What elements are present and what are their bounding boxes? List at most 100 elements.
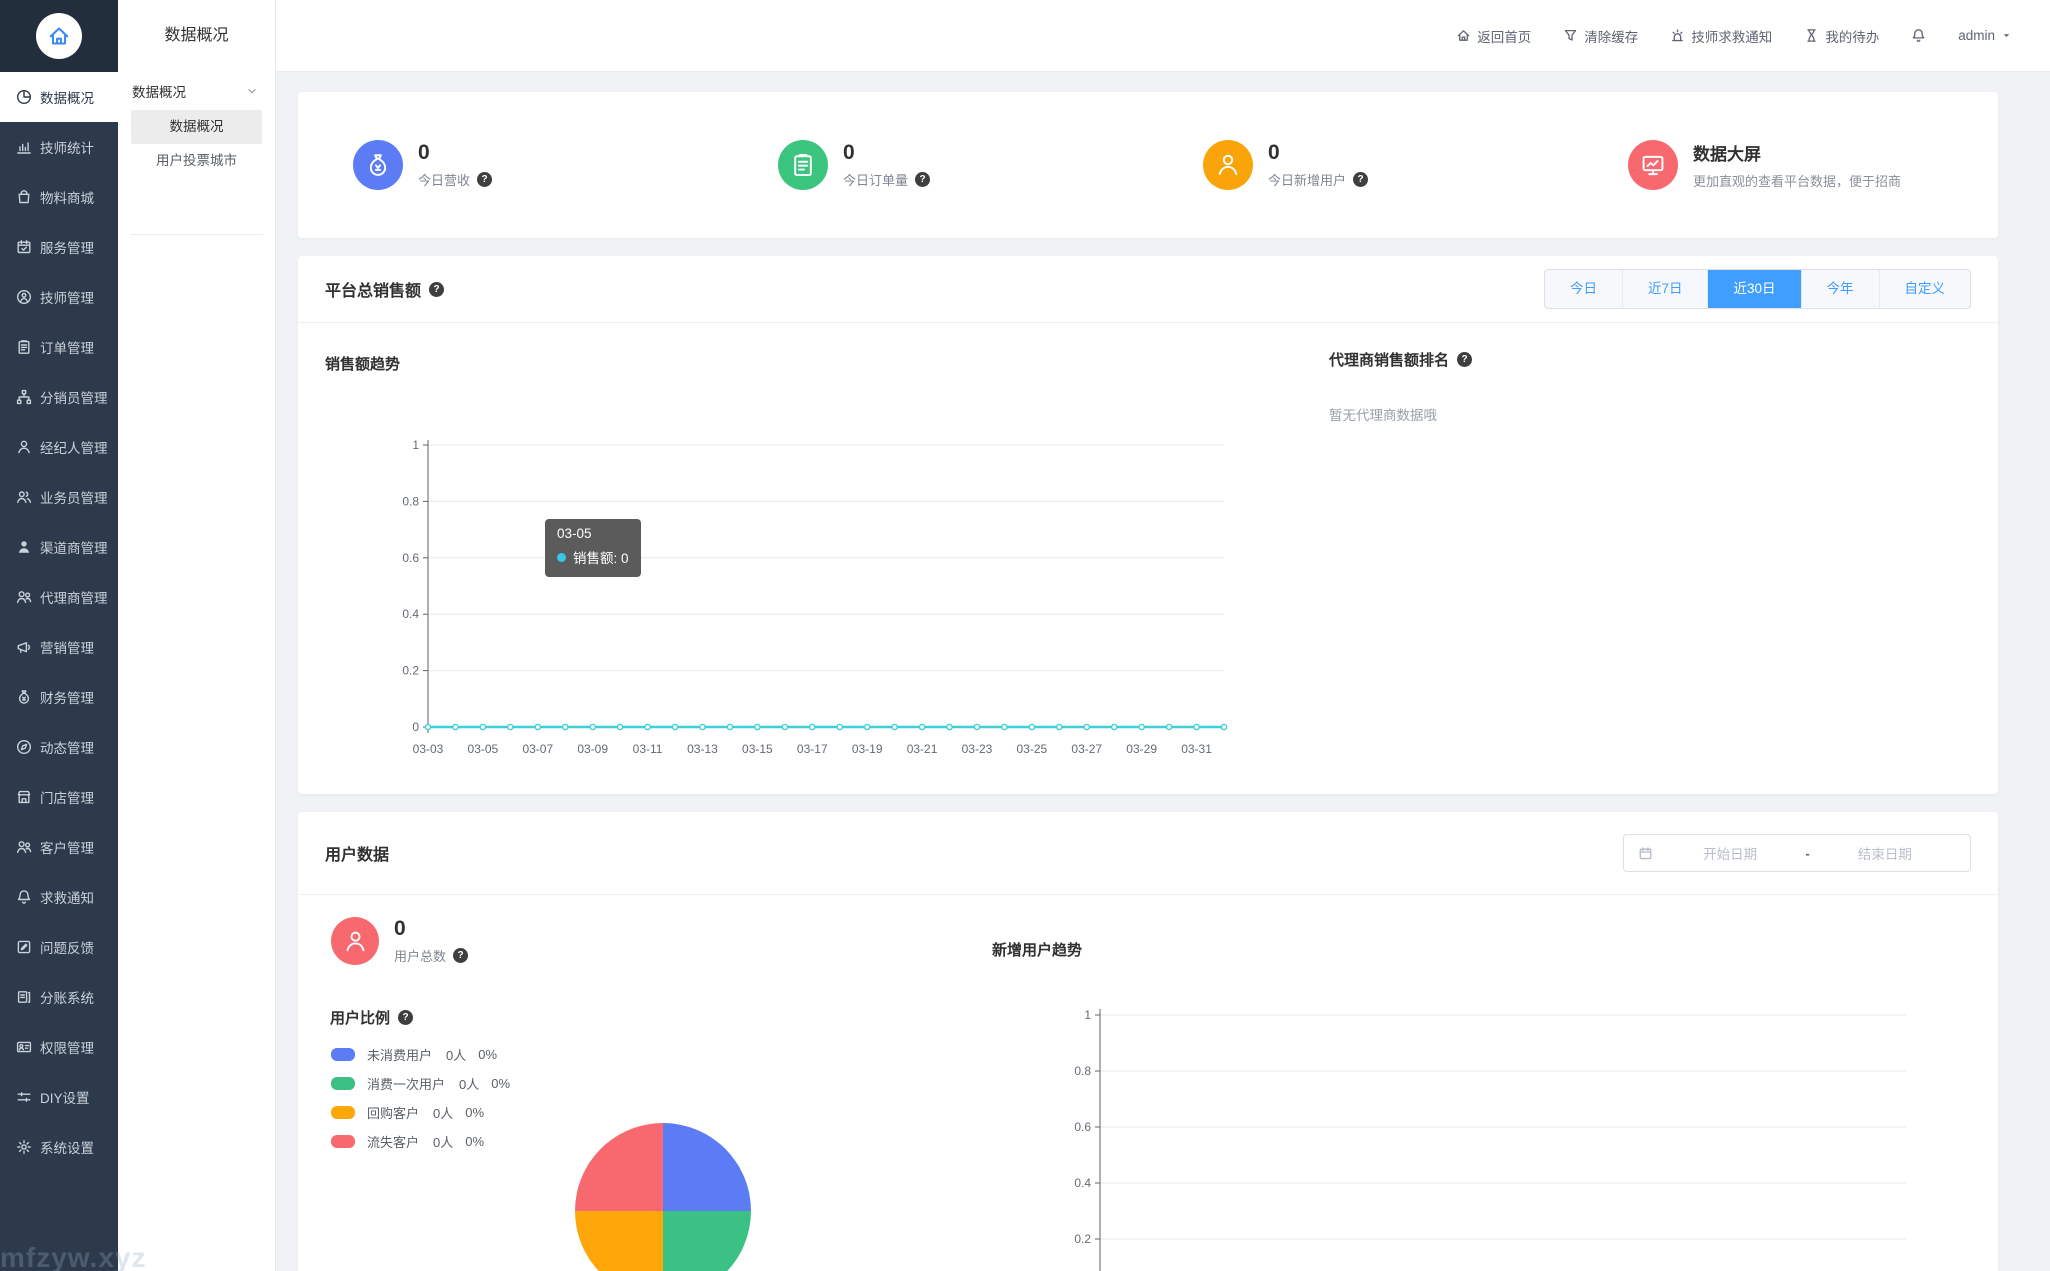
sidebar-item-求救通知[interactable]: 求救通知 [0, 872, 118, 922]
header-link-label: 清除缓存 [1584, 29, 1639, 45]
sidebar-item-业务员管理[interactable]: 业务员管理 [0, 472, 118, 522]
legend-item-消费一次用户: 消费一次用户 0人 0% [331, 1074, 510, 1093]
header-link-返回首页[interactable]: 返回首页 [1456, 26, 1531, 46]
sidebar-item-label: 权限管理 [40, 1041, 94, 1056]
sidebar-item-label: 求救通知 [40, 891, 94, 906]
sidebar-item-营销管理[interactable]: 营销管理 [0, 622, 118, 672]
sidebar-item-财务管理[interactable]: 财务管理 [0, 672, 118, 722]
sales-title-text: 平台总销售额 [325, 283, 422, 300]
tab-近7日[interactable]: 近7日 [1621, 270, 1708, 308]
user-total-label: 用户总数? [394, 946, 469, 965]
stat-label: 今日新增用户? [1268, 170, 1369, 189]
broker-icon [16, 439, 32, 455]
stat-label: 今日营收? [418, 170, 493, 189]
sidebar-item-label: 物料商城 [40, 191, 94, 206]
help-icon[interactable]: ? [477, 172, 493, 188]
funnel-icon [1563, 28, 1578, 43]
header-link-清除缓存[interactable]: 清除缓存 [1563, 26, 1638, 46]
user-menu[interactable]: admin [1958, 28, 2012, 43]
svg-text:1: 1 [1084, 1008, 1091, 1022]
news-icon [16, 739, 32, 755]
submenu-group-toggle[interactable]: 数据概况 [118, 72, 275, 110]
header-link-我的待办[interactable]: 我的待办 [1804, 26, 1879, 46]
svg-text:0.6: 0.6 [402, 551, 419, 565]
submenu-item-数据概况[interactable]: 数据概况 [131, 110, 262, 144]
app-logo[interactable] [0, 0, 118, 72]
sidebar-item-技师统计[interactable]: 技师统计 [0, 122, 118, 172]
sidebar-item-代理商管理[interactable]: 代理商管理 [0, 572, 118, 622]
stat-label-text: 今日订单量 [843, 173, 909, 189]
date-end-input[interactable]: 结束日期 [1814, 843, 1956, 863]
submenu-title: 数据概况 [164, 27, 229, 44]
sidebar-item-客户管理[interactable]: 客户管理 [0, 822, 118, 872]
legend-label: 消费一次用户 [367, 1077, 446, 1092]
svg-text:03-05: 03-05 [468, 742, 499, 756]
sidebar-item-问题反馈[interactable]: 问题反馈 [0, 922, 118, 972]
sidebar-item-权限管理[interactable]: 权限管理 [0, 1022, 118, 1072]
svg-text:03-31: 03-31 [1181, 742, 1212, 756]
svg-text:03-23: 03-23 [962, 742, 993, 756]
help-icon[interactable]: ? [453, 948, 469, 964]
legend-percent: 0% [465, 1105, 485, 1120]
sidebar-item-物料商城[interactable]: 物料商城 [0, 172, 118, 222]
sidebar-item-动态管理[interactable]: 动态管理 [0, 722, 118, 772]
screen-desc: 更加直观的查看平台数据，便于招商 [1693, 174, 1902, 189]
tab-近30日[interactable]: 近30日 [1707, 270, 1801, 308]
user-ratio-title-text: 用户比例 [330, 1010, 391, 1027]
help-icon[interactable]: ? [915, 172, 931, 188]
svg-text:03-21: 03-21 [907, 742, 938, 756]
stats-icon [16, 139, 32, 155]
diy-icon [16, 1089, 32, 1105]
sidebar-item-技师管理[interactable]: 技师管理 [0, 272, 118, 322]
sidebar-item-DIY设置[interactable]: DIY设置 [0, 1072, 118, 1122]
help-icon[interactable]: ? [1353, 172, 1369, 188]
sidebar-item-label: 数据概况 [40, 91, 94, 106]
sidebar-item-订单管理[interactable]: 订单管理 [0, 322, 118, 372]
svg-text:03-07: 03-07 [522, 742, 553, 756]
svg-text:0.6: 0.6 [1074, 1120, 1091, 1134]
sales-card-title: 平台总销售额 ? [325, 277, 445, 301]
sidebar-item-分销员管理[interactable]: 分销员管理 [0, 372, 118, 422]
tooltip-value: 销售额: 0 [573, 551, 629, 566]
help-icon[interactable]: ? [429, 281, 445, 297]
legend-swatch [331, 1048, 355, 1061]
tab-今年[interactable]: 今年 [1800, 270, 1879, 308]
svg-text:0.2: 0.2 [1074, 1232, 1091, 1246]
sidebar-item-渠道商管理[interactable]: 渠道商管理 [0, 522, 118, 572]
help-icon[interactable]: ? [398, 1010, 414, 1025]
user-ratio-pie-chart [575, 1123, 751, 1271]
user-data-card: 用户数据 开始日期 - 结束日期 0 用户总数? 用户比例 ? 未消费用户 0人 0%… [298, 812, 1998, 1271]
tab-今日[interactable]: 今日 [1545, 270, 1622, 308]
sidebar-item-分账系统[interactable]: 分账系统 [0, 972, 118, 1022]
help-icon[interactable]: ? [1457, 352, 1473, 367]
bell-icon[interactable] [1911, 28, 1926, 43]
stat-今日营收: 0 今日营收? [298, 140, 723, 190]
new-user-trend-title: 新增用户趋势 [992, 939, 1082, 960]
pie-chart-icon [16, 89, 32, 105]
date-start-input[interactable]: 开始日期 [1659, 843, 1801, 863]
sidebar-item-系统设置[interactable]: 系统设置 [0, 1122, 118, 1172]
legend-swatch [331, 1135, 355, 1148]
sidebar-item-门店管理[interactable]: 门店管理 [0, 772, 118, 822]
user-card-header: 用户数据 开始日期 - 结束日期 [298, 812, 1998, 894]
date-range-picker[interactable]: 开始日期 - 结束日期 [1623, 834, 1971, 872]
svg-text:0.2: 0.2 [402, 664, 419, 678]
header-link-技师求救通知[interactable]: 技师求救通知 [1670, 26, 1772, 46]
channel-icon [16, 539, 32, 555]
sidebar-item-label: 技师统计 [40, 141, 94, 156]
watermark: mfzyw.xyz [0, 1242, 147, 1271]
user-total-text: 0 用户总数? [394, 917, 469, 965]
header-links: 返回首页 清除缓存 技师求救通知 我的待办 [1456, 26, 1879, 46]
sidebar-item-label: 客户管理 [40, 841, 94, 856]
submenu-item-用户投票城市[interactable]: 用户投票城市 [131, 144, 262, 178]
stat-数据大屏[interactable]: 数据大屏 更加直观的查看平台数据，便于招商 [1573, 140, 1998, 190]
home-icon [1456, 28, 1471, 43]
sidebar-item-数据概况[interactable]: 数据概况 [0, 72, 118, 122]
stat-text: 0 今日营收? [418, 140, 493, 189]
submenu-divider [130, 234, 263, 235]
user-card-title-text: 用户数据 [325, 847, 390, 864]
tab-自定义[interactable]: 自定义 [1878, 270, 1970, 308]
sidebar-item-服务管理[interactable]: 服务管理 [0, 222, 118, 272]
sidebar-item-经纪人管理[interactable]: 经纪人管理 [0, 422, 118, 472]
stat-value: 0 [418, 140, 430, 164]
